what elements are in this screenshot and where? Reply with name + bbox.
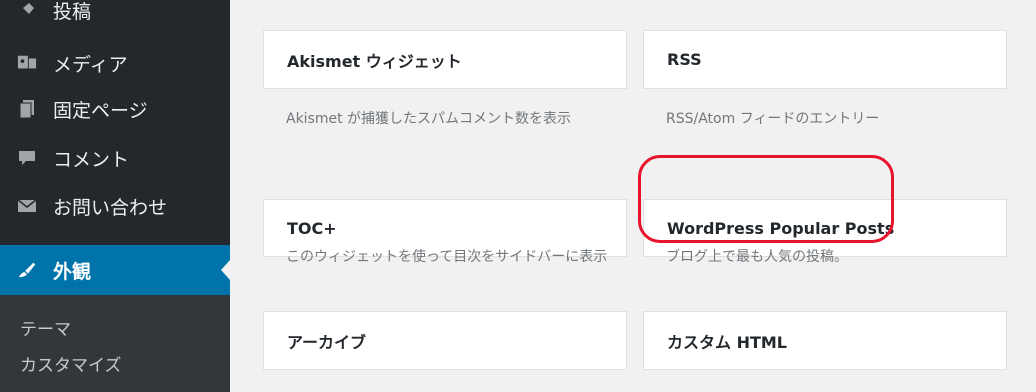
sidebar-item-label: 固定ページ	[53, 99, 148, 122]
sidebar-item-label: 投稿	[53, 0, 92, 23]
widget-akismet[interactable]: Akismet ウィジェット	[263, 30, 627, 89]
brush-icon	[17, 260, 37, 280]
sidebar-item-label: お問い合わせ	[53, 196, 168, 219]
page-icon	[17, 99, 37, 119]
sidebar-item-appearance[interactable]: 外観	[0, 245, 230, 295]
widget-rss[interactable]: RSS	[643, 30, 1007, 89]
sidebar-item-posts[interactable]: 投稿	[0, 0, 230, 34]
sidebar-item-label: 外観	[53, 260, 92, 283]
pin-icon	[17, 0, 37, 20]
widget-description: RSS/Atom フィードのエントリー	[666, 111, 880, 127]
active-menu-arrow	[221, 260, 230, 280]
sidebar-item-contact[interactable]: お問い合わせ	[0, 182, 230, 230]
widget-title: RSS	[667, 50, 702, 69]
widget-title: カスタム HTML	[667, 332, 787, 352]
widget-description: ブログ上で最も人気の投稿。	[666, 249, 848, 265]
media-icon	[17, 53, 37, 73]
widget-archives[interactable]: アーカイブ	[263, 311, 627, 370]
sidebar-item-pages[interactable]: 固定ページ	[0, 85, 230, 133]
submenu-item-customize[interactable]: カスタマイズ	[20, 351, 122, 376]
widget-description: このウィジェットを使って目次をサイドバーに表示	[286, 249, 608, 265]
sidebar-item-label: メディア	[53, 53, 128, 76]
submenu-item-themes[interactable]: テーマ	[20, 315, 71, 340]
mail-icon	[17, 196, 37, 216]
widget-title: Akismet ウィジェット	[287, 51, 462, 71]
widget-title: TOC+	[287, 218, 337, 238]
sidebar-item-media[interactable]: メディア	[0, 39, 230, 87]
widget-title: アーカイブ	[287, 332, 367, 352]
sidebar-item-label: コメント	[53, 148, 130, 171]
admin-sidebar: 投稿 メディア 固定ページ コメント お問い合わせ 外観 テーマ カスタマイズ	[0, 0, 230, 392]
widget-custom-html[interactable]: カスタム HTML	[643, 311, 1007, 370]
appearance-submenu: テーマ カスタマイズ	[0, 295, 230, 392]
widget-description: Akismet が捕獲したスパムコメント数を表示	[286, 111, 572, 127]
comment-icon	[17, 148, 37, 168]
sidebar-item-comments[interactable]: コメント	[0, 134, 230, 182]
highlight-annotation	[638, 155, 894, 243]
